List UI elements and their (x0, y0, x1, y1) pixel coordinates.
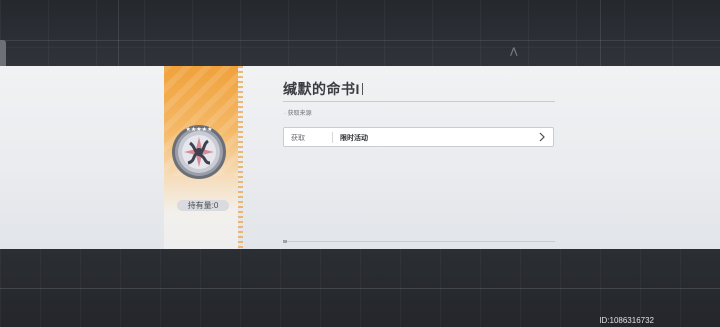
card-edge-stripe (238, 66, 243, 249)
acquire-value: 限时活动 (340, 135, 368, 142)
background-line (0, 288, 720, 289)
acquire-label: 获取 (291, 135, 305, 142)
background-logo-mark: ⋀ (510, 46, 519, 56)
bottom-divider (283, 241, 555, 242)
item-title: 缄默的命书I (283, 79, 363, 99)
row-divider (332, 132, 333, 143)
title-divider (283, 101, 555, 102)
divider-cap (283, 240, 287, 243)
rarity-stars: ★★★★★ (186, 126, 213, 133)
acquire-source-row[interactable]: 获取 限时活动 (283, 127, 554, 147)
background-line (0, 40, 720, 41)
compass-seal-icon: ★★★★★ (172, 125, 226, 179)
section-label-source: · 获取来源 (284, 111, 312, 117)
chevron-right-icon (539, 132, 545, 142)
owned-count-badge: 持有量:0 (177, 200, 229, 211)
background-top (0, 0, 720, 66)
background-line (118, 0, 119, 66)
user-id-label: ID:1086316732 (599, 316, 654, 325)
background-line (600, 0, 601, 66)
